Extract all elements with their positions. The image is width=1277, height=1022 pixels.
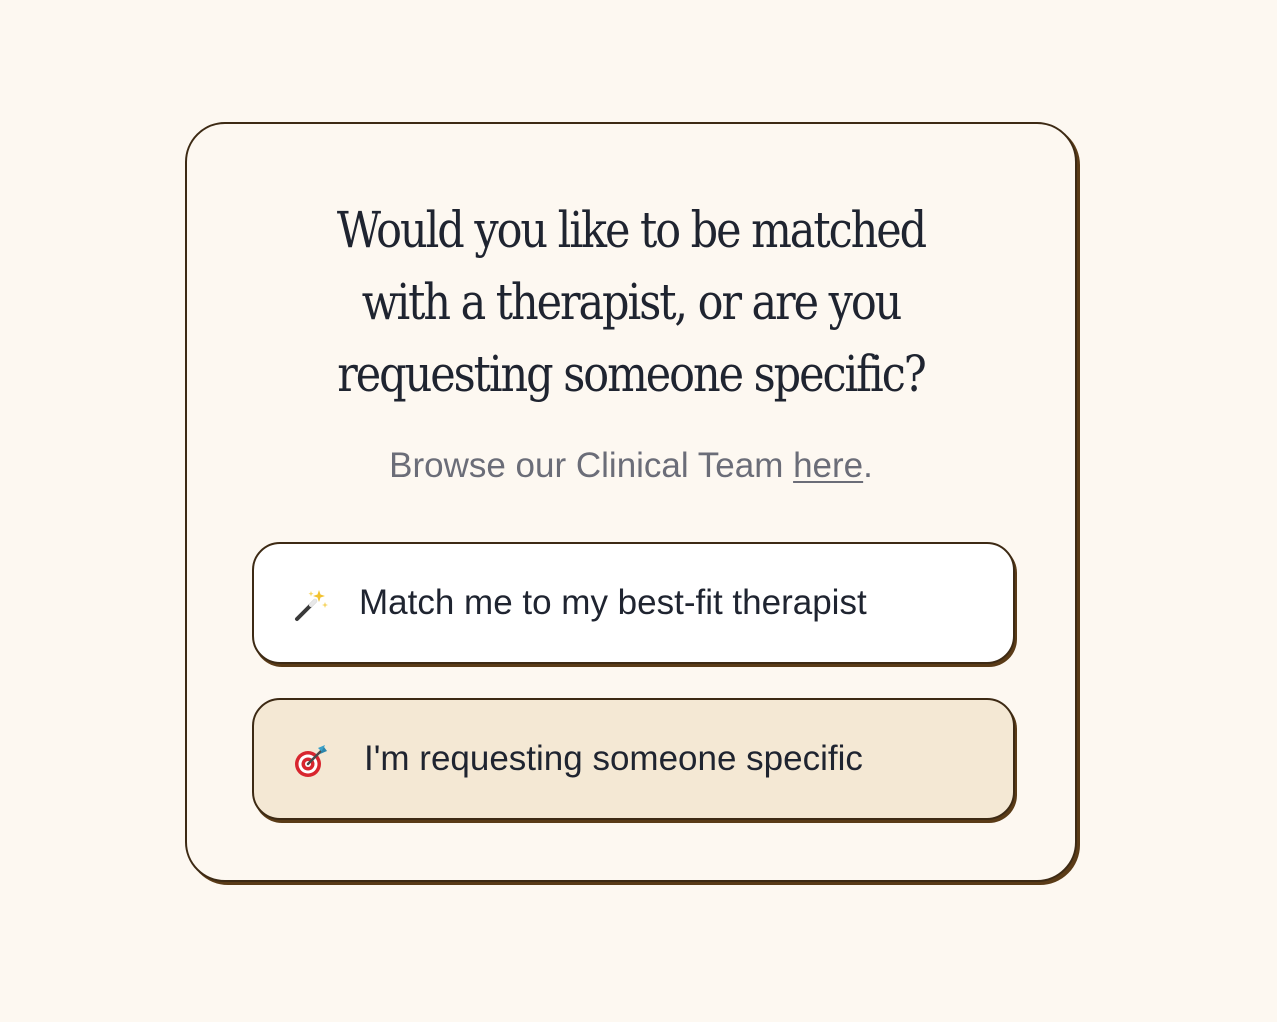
browse-team-prefix: Browse our Clinical Team: [389, 446, 794, 485]
target-dart-icon: [294, 744, 328, 778]
browse-team-suffix: .: [863, 446, 873, 485]
request-specific-button[interactable]: I'm requesting someone specific: [252, 698, 1015, 820]
request-specific-label: I'm requesting someone specific: [364, 739, 863, 778]
magic-wand-icon: [294, 588, 328, 622]
question-card: Would you like to be matched with a ther…: [185, 122, 1077, 882]
question-title: Would you like to be matched with a ther…: [336, 201, 927, 403]
match-me-button[interactable]: Match me to my best-fit therapist: [252, 542, 1015, 664]
browse-team-link[interactable]: here: [793, 446, 863, 485]
browse-team-text: Browse our Clinical Team here.: [187, 444, 1075, 488]
match-me-label: Match me to my best-fit therapist: [359, 583, 867, 622]
